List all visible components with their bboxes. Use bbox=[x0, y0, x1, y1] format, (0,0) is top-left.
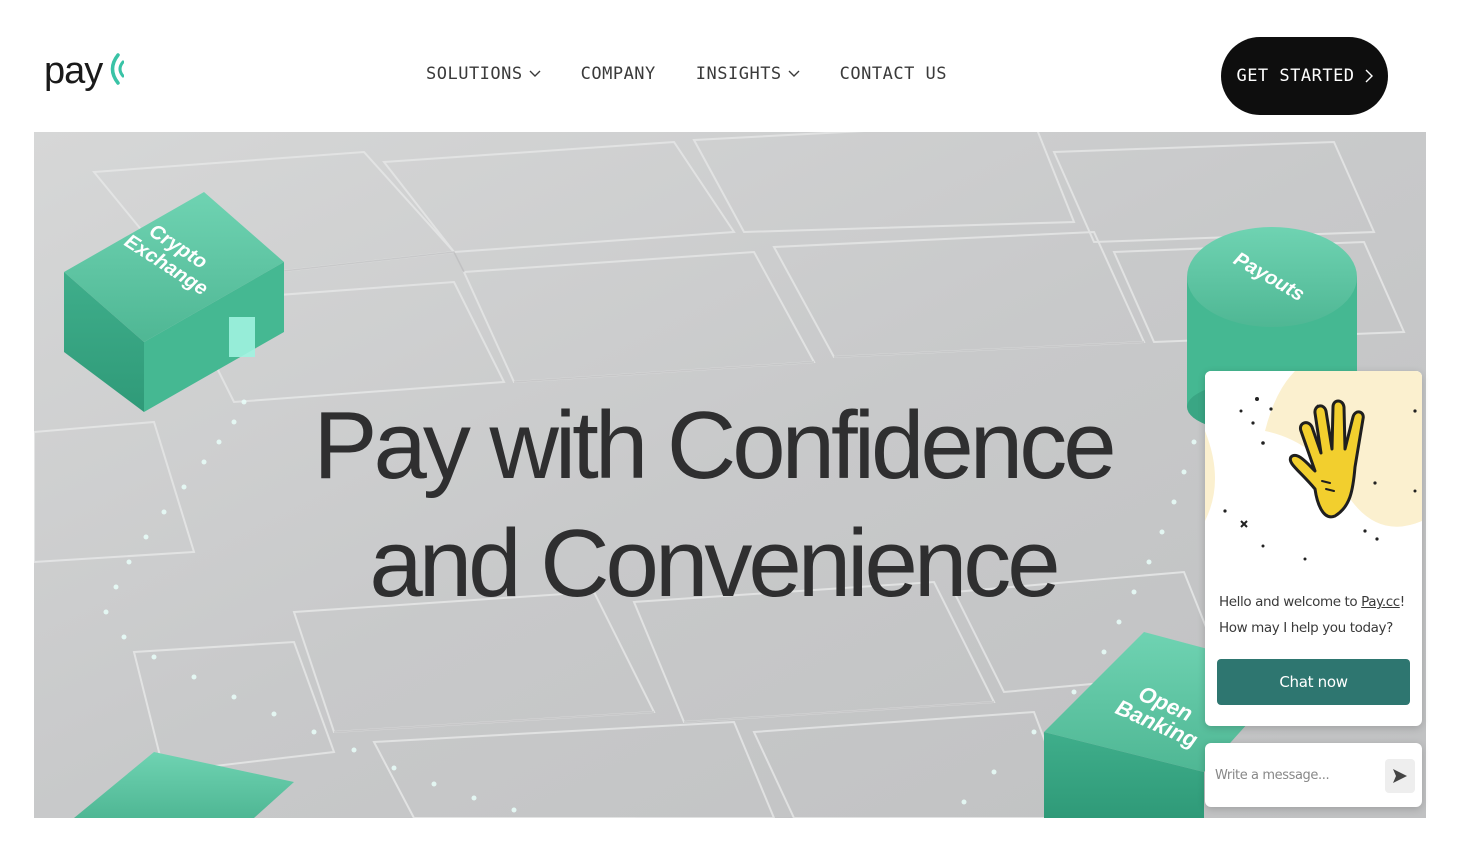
get-started-button[interactable]: GET STARTED bbox=[1221, 37, 1388, 115]
nav-solutions-label: SOLUTIONS bbox=[426, 64, 523, 84]
nav-company-label: COMPANY bbox=[580, 64, 656, 84]
main-nav: SOLUTIONS COMPANY INSIGHTS CONTACT US bbox=[426, 64, 987, 84]
chevron-down-icon bbox=[529, 70, 541, 77]
nav-insights[interactable]: INSIGHTS bbox=[696, 64, 800, 84]
chat-message-input[interactable] bbox=[1215, 761, 1375, 789]
get-started-label: GET STARTED bbox=[1236, 66, 1355, 86]
chevron-right-icon bbox=[1365, 69, 1373, 83]
chat-widget-card: Hello and welcome to Pay.cc! How may I h… bbox=[1205, 371, 1422, 726]
chat-message-bar bbox=[1205, 743, 1422, 807]
waving-hand-icon bbox=[1205, 371, 1422, 567]
chevron-down-icon bbox=[788, 70, 800, 77]
payc-link[interactable]: Pay.cc bbox=[1361, 594, 1400, 610]
nav-company[interactable]: COMPANY bbox=[581, 64, 656, 84]
site-header: pay SOLUTIONS COMPANY INSIGHTS CONTACT U… bbox=[0, 0, 1458, 130]
signal-wave-icon bbox=[111, 53, 125, 85]
hero-title-line2: and Convenience bbox=[369, 510, 1060, 617]
hero-title-line1: Pay with Confidence bbox=[313, 392, 1116, 499]
chat-greeting-prefix: Hello and welcome to bbox=[1219, 594, 1362, 610]
send-arrow-icon bbox=[1393, 769, 1407, 783]
send-button[interactable] bbox=[1385, 759, 1415, 793]
logo-text: pay bbox=[44, 50, 103, 92]
hero-title: Pay with Confidence and Convenience bbox=[34, 387, 1392, 623]
nav-contact-us[interactable]: CONTACT US bbox=[840, 64, 947, 84]
chat-greeting-line1: Hello and welcome to Pay.cc! bbox=[1219, 589, 1414, 615]
nav-contact-us-label: CONTACT US bbox=[839, 64, 948, 84]
chat-greeting: Hello and welcome to Pay.cc! How may I h… bbox=[1219, 589, 1414, 641]
chat-greeting-line2: How may I help you today? bbox=[1219, 620, 1393, 636]
nav-insights-label: INSIGHTS bbox=[695, 64, 782, 84]
logo[interactable]: pay bbox=[44, 50, 125, 92]
chat-greeting-suffix: ! bbox=[1399, 594, 1405, 610]
nav-solutions[interactable]: SOLUTIONS bbox=[426, 64, 541, 84]
chat-now-button[interactable]: Chat now bbox=[1217, 659, 1410, 705]
